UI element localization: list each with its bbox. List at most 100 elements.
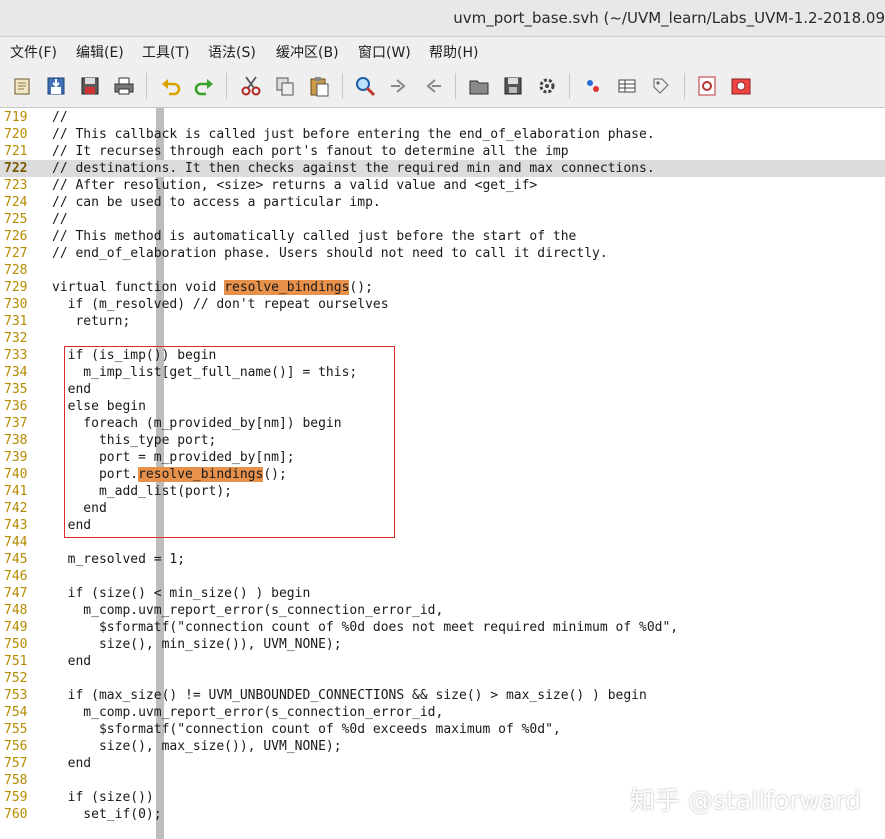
- code-line[interactable]: 747 if (size() < min_size() ) begin: [0, 585, 885, 602]
- code-line[interactable]: 750 size(), min_size()), UVM_NONE);: [0, 636, 885, 653]
- code-segment: m_comp.uvm_report_error(s_connection_err…: [52, 705, 444, 720]
- code-line[interactable]: 725 //: [0, 211, 885, 228]
- code-line[interactable]: 728: [0, 262, 885, 279]
- save-session-icon[interactable]: [502, 75, 524, 97]
- code-text: // This method is automatically called j…: [52, 228, 576, 245]
- code-text: // It recurses through each port's fanou…: [52, 143, 569, 160]
- line-number: 750: [4, 637, 28, 652]
- code-line[interactable]: 729 virtual function void resolve_binding…: [0, 279, 885, 296]
- menu-syntax[interactable]: 语法(S): [208, 42, 256, 62]
- code-editor[interactable]: 719 // 720 // This callback is called just …: [0, 108, 885, 839]
- code-segment: // After resolution, <size> returns a va…: [52, 178, 538, 193]
- menu-help[interactable]: 帮助(H): [429, 42, 478, 62]
- menu-tools[interactable]: 工具(T): [142, 42, 189, 62]
- toolbar-separator: [455, 73, 456, 99]
- code-line[interactable]: 757 end: [0, 755, 885, 772]
- code-segment: size(), min_size()), UVM_NONE);: [52, 637, 342, 652]
- line-number: 737: [4, 416, 28, 431]
- line-number: 735: [4, 382, 28, 397]
- code-line[interactable]: 726 // This method is automatically calle…: [0, 228, 885, 245]
- paste-icon[interactable]: [308, 75, 330, 97]
- menu-bar: 文件(F) 编辑(E) 工具(T) 语法(S) 缓冲区(B) 窗口(W) 帮助(…: [0, 37, 885, 65]
- code-segment: // destinations. It then checks against …: [52, 161, 655, 176]
- line-number: 721: [4, 144, 28, 159]
- find-help-icon[interactable]: [730, 75, 752, 97]
- code-text: // can be used to access a particular im…: [52, 194, 381, 211]
- code-segment: size(), max_size()), UVM_NONE);: [52, 739, 342, 754]
- line-number: 745: [4, 552, 28, 567]
- find-prev-icon[interactable]: [422, 75, 444, 97]
- code-line[interactable]: 731 return;: [0, 313, 885, 330]
- code-line[interactable]: 720 // This callback is called just befor…: [0, 126, 885, 143]
- code-line[interactable]: 754 m_comp.uvm_report_error(s_connection…: [0, 704, 885, 721]
- code-line[interactable]: 746: [0, 568, 885, 585]
- code-text: end: [52, 755, 92, 772]
- code-text: end: [52, 653, 92, 670]
- save-all-icon[interactable]: [79, 75, 101, 97]
- menu-file[interactable]: 文件(F): [10, 42, 57, 62]
- help-icon[interactable]: [696, 75, 718, 97]
- menu-buffers[interactable]: 缓冲区(B): [276, 42, 339, 62]
- code-line[interactable]: 727 // end_of_elaboration phase. Users sh…: [0, 245, 885, 262]
- code-line[interactable]: 719 //: [0, 109, 885, 126]
- code-line[interactable]: 752: [0, 670, 885, 687]
- code-segment: if (size() < min_size() ) begin: [52, 586, 311, 601]
- code-line[interactable]: 753 if (max_size() != UVM_UNBOUNDED_CONN…: [0, 687, 885, 704]
- code-text: if (m_resolved) // don't repeat ourselve…: [52, 296, 389, 313]
- line-number: 744: [4, 535, 28, 550]
- line-number: 739: [4, 450, 28, 465]
- run-script-icon[interactable]: [536, 75, 558, 97]
- code-text: // destinations. It then checks against …: [52, 160, 655, 177]
- line-number: 726: [4, 229, 28, 244]
- line-number: 731: [4, 314, 28, 329]
- code-segment: end: [52, 654, 92, 669]
- line-number: 728: [4, 263, 28, 278]
- code-text: if (size() < min_size() ) begin: [52, 585, 311, 602]
- line-number: 748: [4, 603, 28, 618]
- line-number: 758: [4, 773, 28, 788]
- code-line[interactable]: 745 m_resolved = 1;: [0, 551, 885, 568]
- load-session-icon[interactable]: [468, 75, 490, 97]
- shell-icon[interactable]: [616, 75, 638, 97]
- find-replace-icon[interactable]: [354, 75, 376, 97]
- code-line[interactable]: 749 $sformatf("connection count of %0d d…: [0, 619, 885, 636]
- line-number: 725: [4, 212, 28, 227]
- code-segment: if (max_size() != UVM_UNBOUNDED_CONNECTI…: [52, 688, 647, 703]
- cut-icon[interactable]: [240, 75, 262, 97]
- copy-icon[interactable]: [274, 75, 296, 97]
- menu-edit[interactable]: 编辑(E): [76, 42, 124, 62]
- line-number: 733: [4, 348, 28, 363]
- ctags-icon[interactable]: [650, 75, 672, 97]
- code-line[interactable]: 730 if (m_resolved) // don't repeat ours…: [0, 296, 885, 313]
- code-text: if (max_size() != UVM_UNBOUNDED_CONNECTI…: [52, 687, 647, 704]
- make-icon[interactable]: [582, 75, 604, 97]
- code-line[interactable]: 721 // It recurses through each port's fa…: [0, 143, 885, 160]
- line-number: 729: [4, 280, 28, 295]
- line-number: 741: [4, 484, 28, 499]
- code-segment: if (size()): [52, 790, 154, 805]
- save-download-icon[interactable]: [45, 75, 67, 97]
- code-line[interactable]: 732: [0, 330, 885, 347]
- code-segment: $sformatf("connection count of %0d excee…: [52, 722, 561, 737]
- current-code-line[interactable]: 722 // destinations. It then checks again…: [0, 160, 885, 177]
- print-icon[interactable]: [113, 75, 135, 97]
- undo-icon[interactable]: [160, 75, 182, 97]
- code-line[interactable]: 724 // can be used to access a particular…: [0, 194, 885, 211]
- annotation-box: [64, 346, 395, 538]
- redo-icon[interactable]: [193, 75, 215, 97]
- toolbar-separator: [146, 73, 147, 99]
- menu-window[interactable]: 窗口(W): [358, 42, 411, 62]
- open-file-icon[interactable]: [12, 75, 34, 97]
- line-number: 749: [4, 620, 28, 635]
- line-number: 732: [4, 331, 28, 346]
- code-text: // end_of_elaboration phase. Users shoul…: [52, 245, 608, 262]
- toolbar-separator: [342, 73, 343, 99]
- code-line[interactable]: 748 m_comp.uvm_report_error(s_connection…: [0, 602, 885, 619]
- find-next-icon[interactable]: [388, 75, 410, 97]
- code-line[interactable]: 756 size(), max_size()), UVM_NONE);: [0, 738, 885, 755]
- code-segment: // This callback is called just before e…: [52, 127, 655, 142]
- code-line[interactable]: 723 // After resolution, <size> returns a…: [0, 177, 885, 194]
- code-line[interactable]: 755 $sformatf("connection count of %0d e…: [0, 721, 885, 738]
- line-number: 756: [4, 739, 28, 754]
- code-line[interactable]: 751 end: [0, 653, 885, 670]
